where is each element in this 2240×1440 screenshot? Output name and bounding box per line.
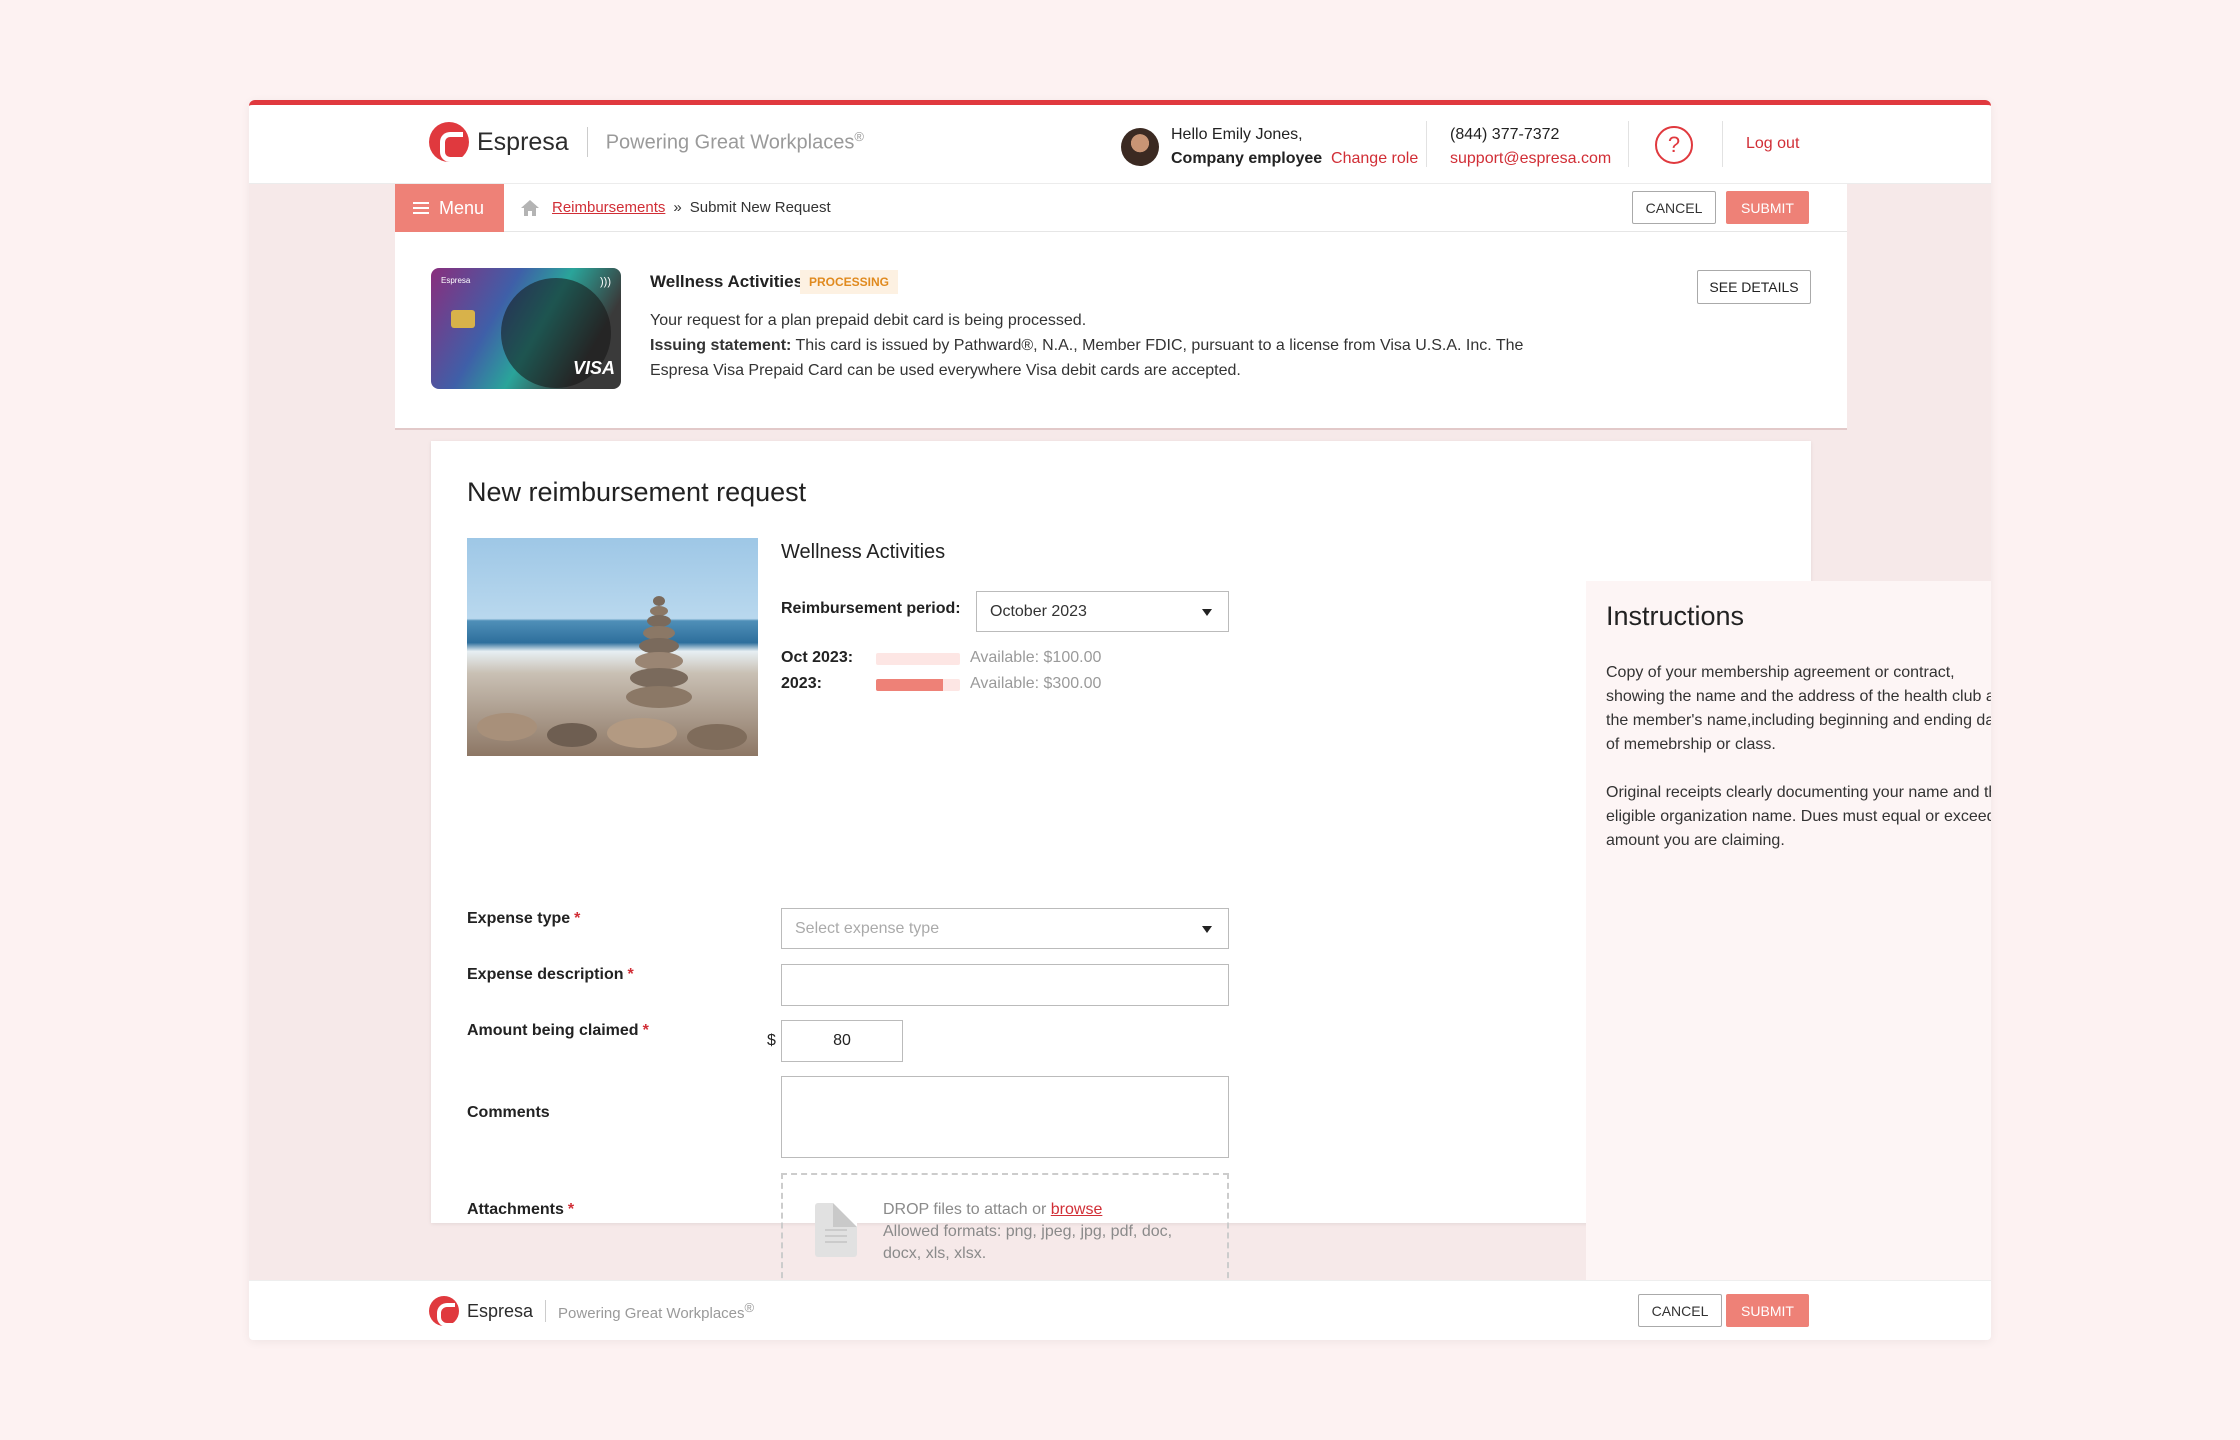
prepaid-card-image: Espresa ))) VISA	[431, 268, 621, 389]
instructions-paragraph: Copy of your membership agreement or con…	[1606, 664, 1991, 753]
card-processing-text: Your request for a plan prepaid debit ca…	[650, 312, 1087, 329]
file-dropzone[interactable]: DROP files to attach or browse Allowed f…	[781, 1173, 1229, 1288]
attachments-label: Attachments *	[467, 1201, 575, 1218]
currency-symbol: $	[767, 1032, 776, 1049]
header-divider	[1628, 121, 1629, 167]
avatar[interactable]	[1121, 128, 1159, 166]
see-details-button[interactable]: SEE DETAILS	[1697, 270, 1811, 304]
app-window: Espresa Powering Great Workplaces® Hello…	[249, 100, 1991, 1340]
menu-button[interactable]: Menu	[395, 184, 504, 232]
support-contact: (844) 377-7372 support@espresa.com	[1450, 123, 1611, 171]
menu-label: Menu	[439, 197, 485, 218]
reimbursement-period-value: October 2023	[990, 602, 1087, 620]
document-icon	[815, 1203, 857, 1257]
logo-divider	[586, 127, 588, 157]
support-phone[interactable]: (844) 377-7372	[1450, 123, 1611, 147]
chevron-down-icon	[1202, 609, 1212, 616]
footer-brand-name: Espresa	[467, 1300, 534, 1321]
home-icon[interactable]	[520, 199, 540, 217]
monthly-available: Available: $100.00	[970, 649, 1102, 666]
expense-description-label: Expense description *	[467, 966, 634, 983]
reimbursement-period-label: Reimbursement period:	[781, 600, 961, 617]
user-info: Hello Emily Jones, Company employee Chan…	[1121, 123, 1418, 171]
instructions-title: Instructions	[1606, 601, 1745, 631]
breadcrumb-current: Submit New Request	[689, 199, 831, 216]
amount-label: Amount being claimed *	[467, 1022, 649, 1039]
allowed-formats: Allowed formats: png, jpeg, jpg, pdf, do…	[883, 1223, 1173, 1262]
amount-input[interactable]: 80	[781, 1020, 903, 1062]
form-title: New reimbursement request	[467, 477, 807, 507]
card-brand: Espresa	[441, 276, 471, 285]
card-program-title: Wellness Activities	[650, 272, 804, 291]
cancel-button[interactable]: CANCEL	[1632, 191, 1716, 224]
chip-icon	[451, 310, 475, 328]
hamburger-icon	[413, 202, 429, 214]
change-role-link[interactable]: Change role	[1331, 150, 1418, 167]
espresa-logo-icon	[429, 1296, 459, 1327]
dropzone-text: DROP files to attach or browse Allowed f…	[883, 1199, 1213, 1265]
footer-submit-button[interactable]: SUBMIT	[1726, 1294, 1809, 1327]
footer: Espresa Powering Great Workplaces® CANCE…	[249, 1280, 1991, 1340]
browse-link[interactable]: browse	[1051, 1201, 1103, 1218]
visa-logo: VISA	[572, 358, 615, 378]
support-email-link[interactable]: support@espresa.com	[1450, 147, 1611, 171]
footer-tagline: Powering Great Workplaces®	[558, 1300, 755, 1322]
monthly-limit-label: Oct 2023:	[781, 649, 854, 666]
header-divider	[1426, 121, 1427, 167]
submit-button[interactable]: SUBMIT	[1726, 191, 1809, 224]
expense-description-input[interactable]	[781, 964, 1229, 1006]
program-subtitle: Wellness Activities	[781, 541, 946, 563]
annual-limit-bar	[876, 679, 960, 691]
footer-logo[interactable]: Espresa Powering Great Workplaces®	[429, 1296, 755, 1327]
navigation-bar: Menu Reimbursements » Submit New Request C…	[395, 184, 1847, 232]
comments-textarea[interactable]	[781, 1076, 1229, 1158]
user-greeting: Hello Emily Jones,	[1171, 126, 1303, 143]
issuing-statement: Issuing statement: This card is issued b…	[650, 337, 1524, 379]
annual-available: Available: $300.00	[970, 675, 1102, 692]
reimbursement-period-select[interactable]: October 2023	[976, 591, 1229, 632]
chevron-down-icon	[1202, 926, 1212, 933]
card-description: Your request for a plan prepaid debit ca…	[650, 308, 1580, 383]
instructions-paragraph: Original receipts clearly documenting yo…	[1606, 784, 1991, 849]
wellness-photo	[467, 538, 758, 756]
breadcrumb-reimbursements-link[interactable]: Reimbursements	[552, 199, 665, 216]
help-icon[interactable]: ?	[1655, 126, 1693, 164]
expense-type-label: Expense type *	[467, 910, 581, 927]
card-status-panel: Espresa ))) VISA Wellness Activities PRO…	[395, 232, 1847, 430]
logout-link[interactable]: Log out	[1746, 135, 1799, 153]
espresa-logo-icon	[429, 122, 469, 162]
annual-limit-bar-fill	[876, 679, 944, 691]
annual-limit-label: 2023:	[781, 675, 822, 692]
expense-type-placeholder: Select expense type	[795, 919, 940, 937]
contactless-icon: )))	[600, 276, 611, 288]
user-role: Company employee	[1171, 150, 1323, 167]
breadcrumb: Reimbursements » Submit New Request	[552, 199, 831, 216]
status-badge: PROCESSING	[800, 270, 899, 294]
header-divider	[1722, 121, 1723, 167]
brand-tagline: Powering Great Workplaces®	[605, 129, 864, 154]
comments-label: Comments	[467, 1104, 550, 1121]
breadcrumb-separator: »	[673, 199, 682, 216]
brand-logo[interactable]: Espresa Powering Great Workplaces®	[429, 122, 864, 162]
brand-name: Espresa	[477, 127, 569, 156]
footer-cancel-button[interactable]: CANCEL	[1638, 1294, 1722, 1327]
expense-type-select[interactable]: Select expense type	[781, 908, 1229, 949]
monthly-limit-bar	[876, 653, 960, 665]
top-header: Espresa Powering Great Workplaces® Hello…	[249, 105, 1991, 184]
logo-divider	[545, 1300, 547, 1322]
instructions-panel: Instructions Copy of your membership agr…	[1586, 581, 1991, 1287]
